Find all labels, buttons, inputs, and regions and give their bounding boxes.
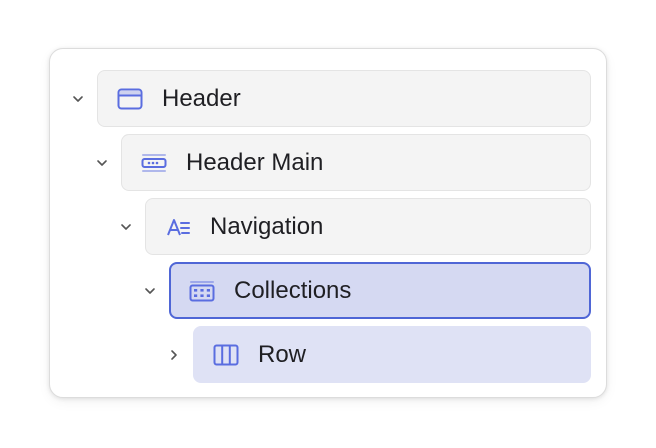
columns-icon (213, 342, 239, 368)
layer-tree-panel: Header Header Main Navigation Collection… (49, 48, 607, 398)
chevron-right-icon[interactable] (164, 326, 184, 383)
tree-item-label: Navigation (210, 212, 324, 240)
tree-item-row[interactable]: Row (193, 326, 591, 383)
tree-item-label: Collections (234, 276, 352, 304)
header-bar-icon (141, 150, 167, 176)
tree-item-label: Header Main (186, 148, 324, 176)
tree-item-label: Row (258, 340, 307, 368)
chevron-down-icon[interactable] (140, 262, 160, 319)
browser-window-icon (117, 86, 143, 112)
tree-item-collections[interactable]: Collections (169, 262, 591, 319)
tree-row-header-main: Header Main (90, 134, 591, 191)
grid-list-icon (189, 278, 215, 304)
chevron-down-icon[interactable] (68, 70, 88, 127)
tree-row-header: Header (66, 70, 591, 127)
tree-row-navigation: Navigation (114, 198, 591, 255)
chevron-down-icon[interactable] (92, 134, 112, 191)
chevron-down-icon[interactable] (116, 198, 136, 255)
tree-item-label: Header (162, 84, 241, 112)
tree-item-header[interactable]: Header (97, 70, 591, 127)
text-align-icon (165, 214, 191, 240)
tree-item-header-main[interactable]: Header Main (121, 134, 591, 191)
tree-row-collections: Collections (138, 262, 591, 319)
tree-row-row: Row (162, 326, 591, 383)
tree-item-navigation[interactable]: Navigation (145, 198, 591, 255)
